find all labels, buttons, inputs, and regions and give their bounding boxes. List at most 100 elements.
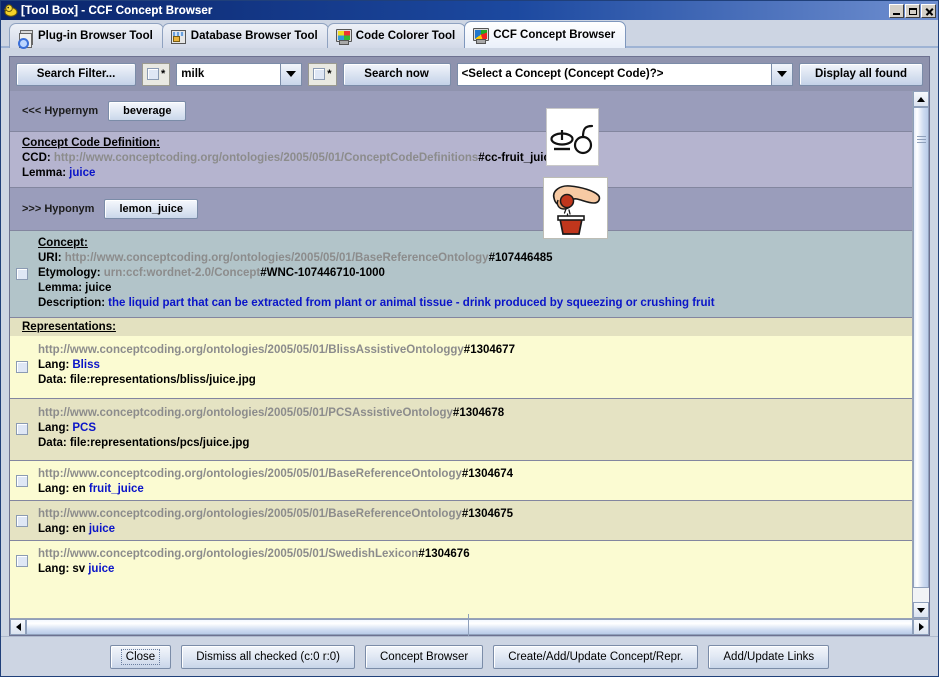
representation-checkbox-col <box>16 423 38 435</box>
scroll-up-button[interactable] <box>913 91 929 107</box>
representation-row: http://www.conceptcoding.org/ontologies/… <box>10 460 912 500</box>
representation-uri: http://www.conceptcoding.org/ontologies/… <box>38 344 464 356</box>
representation-checkbox[interactable] <box>16 474 28 487</box>
scroll-right-button[interactable] <box>913 619 929 635</box>
search-toolbar: Search Filter... * * Search now Display … <box>10 57 929 91</box>
representation-body: http://www.conceptcoding.org/ontologies/… <box>38 406 900 451</box>
concept-combo-arrow[interactable] <box>771 63 792 85</box>
representation-body: http://www.conceptcoding.org/ontologies/… <box>38 343 900 388</box>
title-bar: [Tool Box] - CCF Concept Browser <box>1 1 938 20</box>
tab-ccf-concept-browser[interactable]: CCF Concept Browser <box>464 21 627 48</box>
concept-block: Concept: URI: http://www.conceptcoding.o… <box>10 230 912 317</box>
vertical-scroll-track[interactable] <box>913 107 929 602</box>
window-controls <box>889 3 936 18</box>
search-text-option[interactable]: * <box>142 62 171 86</box>
ccd-heading: Concept Code Definition: <box>22 137 160 149</box>
concept-select-input[interactable] <box>457 63 771 85</box>
representation-uri: http://www.conceptcoding.org/ontologies/… <box>38 548 419 560</box>
tab-strip: Plug-in Browser Tool Database Browser To… <box>1 20 938 49</box>
representation-row: http://www.conceptcoding.org/ontologies/… <box>10 398 912 460</box>
representation-lang-prefix: en <box>72 483 86 495</box>
horizontal-scroll-thumb[interactable] <box>26 613 913 641</box>
hyponym-button[interactable]: lemon_juice <box>104 199 199 219</box>
duck-icon <box>2 3 19 18</box>
representation-fragment: #1304677 <box>463 344 515 356</box>
representation-lang-value[interactable]: PCS <box>72 422 96 434</box>
display-all-found-button[interactable]: Display all found <box>799 62 923 86</box>
representation-uri: http://www.conceptcoding.org/ontologies/… <box>38 508 462 520</box>
representation-uri-line: http://www.conceptcoding.org/ontologies/… <box>38 507 900 522</box>
tab-plugin-browser-tool[interactable]: Plug-in Browser Tool <box>9 23 164 49</box>
scroll-down-button[interactable] <box>913 602 929 618</box>
representation-fragment: #1304678 <box>452 407 505 419</box>
tab-database-browser-tool[interactable]: Database Browser Tool <box>161 23 329 48</box>
concept-heading: Concept: <box>38 237 88 249</box>
add-update-links-button[interactable]: Add/Update Links <box>708 644 830 669</box>
representation-uri-line: http://www.conceptcoding.org/ontologies/… <box>38 343 900 358</box>
scroll-left-button[interactable] <box>10 619 26 635</box>
ccd-uri: http://www.conceptcoding.org/ontologies/… <box>53 152 479 164</box>
representation-checkbox[interactable] <box>16 423 28 435</box>
create-add-update-concept-button[interactable]: Create/Add/Update Concept/Repr. <box>493 644 699 669</box>
search-input[interactable] <box>177 63 281 85</box>
representation-data-line: Data: file:representations/pcs/juice.jpg <box>38 437 250 449</box>
representation-row: http://www.conceptcoding.org/ontologies/… <box>10 336 912 398</box>
representation-checkbox[interactable] <box>16 514 28 527</box>
horizontal-scrollbar[interactable] <box>10 613 929 641</box>
ccd-lemma-line: Lemma: juice <box>22 167 96 179</box>
representation-lang-line: Lang: PCS <box>38 422 97 434</box>
representation-checkbox-col <box>16 554 38 567</box>
representations-header: Representations: <box>10 317 912 336</box>
maximize-button[interactable] <box>905 3 920 18</box>
representation-fragment: #1304675 <box>461 508 514 520</box>
representations-heading: Representations: <box>22 321 116 333</box>
representation-lang-prefix: sv <box>72 563 86 575</box>
etymology-fragment: #WNC-107446710-1000 <box>260 267 385 279</box>
database-browser-icon <box>170 29 186 44</box>
etymology-uri: urn:ccf:wordnet-2.0/Concept <box>103 267 261 279</box>
search-term-combo[interactable] <box>176 62 303 86</box>
wildcard-checkbox-1[interactable] <box>147 68 159 80</box>
close-window-button[interactable] <box>921 3 936 18</box>
vertical-scrollbar[interactable] <box>912 91 929 618</box>
ccd-lemma-value[interactable]: juice <box>69 167 95 179</box>
concept-lemma-value: juice <box>85 282 112 294</box>
results-filler <box>10 580 912 618</box>
vertical-scroll-thumb[interactable] <box>913 107 929 588</box>
representation-body: http://www.conceptcoding.org/ontologies/… <box>38 507 900 537</box>
hypernym-button[interactable]: beverage <box>108 101 187 121</box>
horizontal-scroll-track[interactable] <box>26 613 913 641</box>
close-button[interactable]: Close <box>109 644 172 669</box>
tab-label: Database Browser Tool <box>190 30 318 42</box>
results-viewport: <<< Hypernym beverage Concept Code Defin… <box>10 91 912 618</box>
representation-uri: http://www.conceptcoding.org/ontologies/… <box>38 407 453 419</box>
representation-fragment: #1304674 <box>461 468 514 480</box>
search-filter-button[interactable]: Search Filter... <box>16 62 136 86</box>
wildcard-star-label-1: * <box>161 67 166 80</box>
representation-checkbox-col <box>16 360 38 373</box>
representation-lang-value[interactable]: juice <box>88 563 114 575</box>
search-combo-arrow[interactable] <box>280 63 302 85</box>
representation-body: http://www.conceptcoding.org/ontologies/… <box>38 467 900 497</box>
search-mode-option[interactable]: * <box>308 62 337 86</box>
representation-lang-value[interactable]: juice <box>89 523 115 535</box>
representation-checkbox[interactable] <box>16 554 28 567</box>
main-panel: Search Filter... * * Search now Display … <box>9 56 930 641</box>
concept-browser-button[interactable]: Concept Browser <box>365 644 484 669</box>
wildcard-checkbox-2[interactable] <box>313 68 326 80</box>
concept-uri: http://www.conceptcoding.org/ontologies/… <box>64 252 489 264</box>
tab-code-colorer-tool[interactable]: Code Colorer Tool <box>326 23 467 48</box>
concept-description-line: Description: the liquid part that can be… <box>38 297 715 309</box>
representation-lang-value[interactable]: Bliss <box>72 359 100 371</box>
minimize-button[interactable] <box>889 3 904 18</box>
concept-select-combo[interactable] <box>456 62 793 86</box>
representation-checkbox[interactable] <box>16 360 28 373</box>
dismiss-all-checked-button[interactable]: Dismiss all checked (c:0 r:0) <box>181 644 355 669</box>
representation-row: http://www.conceptcoding.org/ontologies/… <box>10 500 912 540</box>
search-now-button[interactable]: Search now <box>342 62 451 86</box>
representation-lang-value[interactable]: fruit_juice <box>89 483 144 495</box>
results-scroll-host: <<< Hypernym beverage Concept Code Defin… <box>10 91 929 618</box>
representation-data-value: file:representations/bliss/juice.jpg <box>69 374 256 386</box>
concept-code-definition-block: Concept Code Definition: CCD: http://www… <box>10 131 912 187</box>
concept-checkbox[interactable] <box>16 267 28 280</box>
